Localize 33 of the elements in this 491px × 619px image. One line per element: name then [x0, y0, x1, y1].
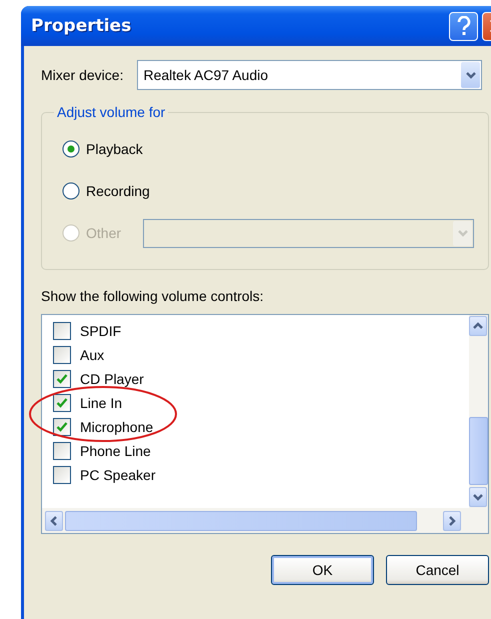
- checkbox-label: PC Speaker: [80, 467, 156, 483]
- checkbox-label: Microphone: [80, 419, 154, 435]
- checkbox[interactable]: [53, 346, 71, 364]
- horizontal-scrollbar[interactable]: [42, 508, 488, 533]
- check-icon: [56, 373, 68, 385]
- volume-controls-label: Show the following volume controls:: [41, 288, 265, 304]
- dialog-button[interactable]: OK: [271, 555, 374, 585]
- checkbox-label: Phone Line: [80, 443, 151, 459]
- checkbox[interactable]: [53, 322, 71, 340]
- radio-label: Other: [86, 225, 122, 241]
- checkbox-label: CD Player: [80, 371, 144, 387]
- radio-button[interactable]: [62, 182, 80, 200]
- window-title: Properties: [31, 16, 132, 36]
- help-button[interactable]: [449, 12, 478, 40]
- checkbox-label: SPDIF: [80, 323, 122, 339]
- checkbox[interactable]: [53, 418, 71, 436]
- checkbox[interactable]: [53, 442, 71, 460]
- mixer-device-label: Mixer device:: [41, 67, 124, 83]
- checkbox-label: Line In: [80, 395, 122, 411]
- checkbox[interactable]: [53, 466, 71, 484]
- check-icon: [56, 397, 68, 409]
- radio-label: Recording: [86, 183, 150, 199]
- dialog-button[interactable]: Cancel: [386, 555, 489, 585]
- mixer-device-dropdown[interactable]: Realtek AC97 Audio: [137, 60, 482, 90]
- radio-button[interactable]: [62, 140, 80, 158]
- check-icon: [56, 421, 68, 433]
- help-icon: [456, 16, 470, 36]
- checkbox-label: Aux: [80, 347, 104, 363]
- checkbox[interactable]: [53, 370, 71, 388]
- vertical-scrollbar[interactable]: [469, 315, 488, 508]
- radio-label: Playback: [86, 141, 143, 157]
- checkbox[interactable]: [53, 394, 71, 412]
- group-legend: Adjust volume for: [54, 104, 168, 120]
